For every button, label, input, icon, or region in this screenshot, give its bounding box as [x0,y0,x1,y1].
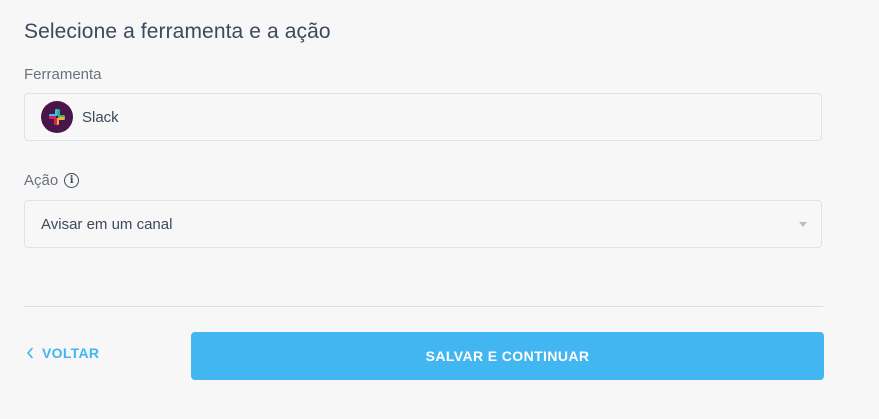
slack-logo-glyph [49,109,65,125]
caret-down-icon [799,222,807,227]
back-label: VOLTAR [42,345,100,361]
save-continue-button[interactable]: SALVAR E CONTINUAR [191,332,824,380]
action-label: Ação [24,172,59,189]
info-icon[interactable]: i [64,173,80,188]
action-label-row: Ação i [24,172,80,189]
slack-logo-icon [41,101,73,133]
back-button[interactable]: VOLTAR [26,345,99,361]
action-select[interactable]: Avisar em um canal [24,200,822,248]
action-value: Avisar em um canal [41,215,173,233]
tool-value: Slack [82,108,119,126]
tool-select[interactable]: Slack [24,93,822,141]
tool-label: Ferramenta [24,66,102,83]
page-title: Selecione a ferramenta e a ação [24,20,331,44]
chevron-left-icon [27,347,33,359]
divider [24,306,823,307]
